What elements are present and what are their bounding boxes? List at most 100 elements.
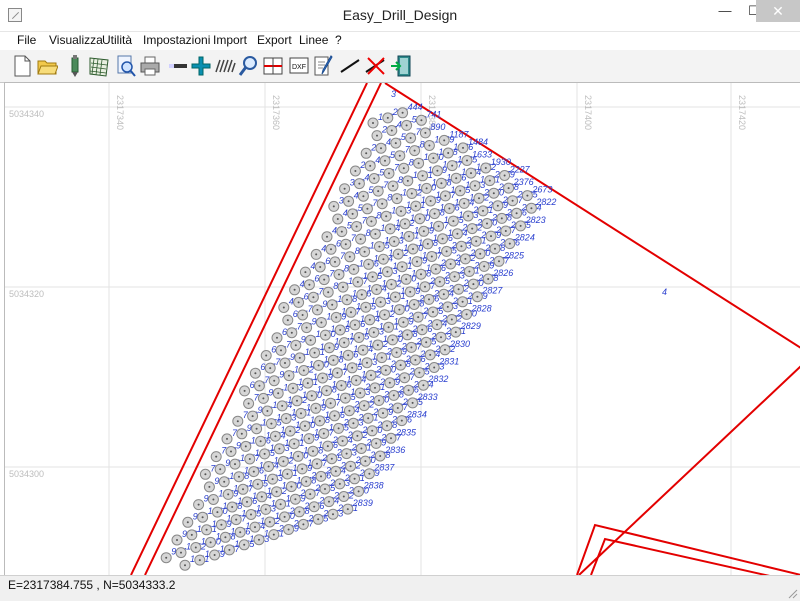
drill-hole-center <box>363 250 366 253</box>
drill-hole-center <box>265 354 268 357</box>
drill-hole-center <box>339 329 342 331</box>
drill-hole-center <box>344 397 347 400</box>
new-file-icon[interactable] <box>11 54 33 78</box>
drill-hole-center <box>420 273 422 276</box>
zoom-icon[interactable] <box>238 54 260 78</box>
drill-hole-label: 2838 <box>363 480 384 490</box>
drill-hole-center <box>278 447 281 450</box>
drill-hole-center <box>454 331 457 334</box>
edit-icon[interactable] <box>312 54 334 78</box>
minimize-button[interactable]: — <box>711 0 739 22</box>
drill-hole-label: 2827 <box>481 286 503 296</box>
close-button[interactable]: ✕ <box>756 0 800 22</box>
drill-hole-center <box>368 318 371 321</box>
drill-hole-center <box>213 554 216 556</box>
drill-hole-center <box>251 415 254 418</box>
drill-hole-center <box>408 235 410 238</box>
drill-hole-label: 2829 <box>460 321 481 331</box>
drill-hole-label: 2828 <box>471 303 492 313</box>
menu-import[interactable]: Import <box>213 33 247 47</box>
drill-hole-center <box>464 257 467 260</box>
drill-rows-icon[interactable] <box>214 54 236 78</box>
drill-hole-center <box>367 417 370 420</box>
add-point-icon[interactable] <box>190 54 212 78</box>
drill-hole-center <box>344 243 347 246</box>
drill-hole-center <box>227 493 230 496</box>
drill-hole-center <box>346 298 348 301</box>
drill-hole-center <box>293 442 296 445</box>
drill-hole-center <box>194 546 197 549</box>
menu-help[interactable]: ? <box>335 33 342 47</box>
drill-hole-center <box>323 278 326 281</box>
draw-line-icon[interactable] <box>339 54 361 78</box>
coordinates-readout: E=2317384.755 , N=5034333.2 <box>8 578 176 592</box>
drill-hole-center <box>186 521 189 524</box>
drill-hole-center <box>288 374 290 377</box>
drill-hole-center <box>418 217 421 220</box>
menu-linee[interactable]: Linee <box>299 33 328 47</box>
drill-hole-center <box>220 523 223 526</box>
drill-hole-center <box>383 313 386 316</box>
line-tool-icon[interactable] <box>167 54 189 78</box>
delete-line-icon[interactable] <box>364 54 386 78</box>
drill-hole-center <box>433 212 436 215</box>
drill-hole-center <box>304 271 307 274</box>
drill-hole-center <box>279 503 282 506</box>
drill-hole-center <box>315 253 318 256</box>
drill-hole-center <box>382 258 385 261</box>
print-icon[interactable] <box>139 54 161 78</box>
drill-hole-center <box>508 242 511 245</box>
drill-hole-center <box>329 402 332 405</box>
drill-hole-center <box>274 435 277 438</box>
menu-export[interactable]: Export <box>257 33 292 47</box>
drill-hole-center <box>366 207 369 210</box>
drill-hole-center <box>371 275 374 278</box>
drill-hole-center <box>345 452 348 455</box>
drill-hole-center <box>496 204 499 207</box>
dxf-export-icon[interactable]: DXF <box>288 54 310 78</box>
drill-hole-center <box>417 162 420 165</box>
drawing-canvas[interactable]: 2317340 2317360 2317380 2317400 2317420 … <box>4 82 800 576</box>
drill-hole-center <box>406 179 409 182</box>
drill-hole-center <box>400 210 402 213</box>
menu-utilita[interactable]: Utilità <box>102 33 132 47</box>
grid-pattern-icon[interactable] <box>88 54 110 78</box>
drill-hole-center <box>358 336 360 339</box>
resize-grip[interactable] <box>788 589 798 599</box>
drill-hole-center <box>305 480 308 483</box>
drill-hole-center <box>380 356 383 359</box>
menu-file[interactable]: File <box>17 33 36 47</box>
drill-bit-icon[interactable] <box>64 54 86 78</box>
drill-hole-label: 2836 <box>384 445 405 455</box>
menu-impostazioni[interactable]: Impostazioni <box>143 33 210 47</box>
drill-hole-center <box>322 432 325 435</box>
drill-hole-center <box>397 253 400 256</box>
drill-hole-center <box>472 283 475 286</box>
drill-hole-center <box>507 187 510 190</box>
section-icon[interactable] <box>262 54 284 78</box>
drill-hole-center <box>305 326 308 329</box>
drill-hole-center <box>312 296 315 299</box>
exit-icon[interactable] <box>390 54 412 78</box>
drill-hole-center <box>316 462 318 465</box>
open-folder-icon[interactable] <box>36 54 58 78</box>
drill-hole-center <box>444 348 446 351</box>
drill-hole-center <box>326 445 329 448</box>
drill-hole-center <box>392 185 394 187</box>
drill-plan-plot[interactable]: 2317340 2317360 2317380 2317400 2317420 … <box>5 83 800 575</box>
preview-icon[interactable] <box>115 54 137 78</box>
drill-hole-center <box>308 283 311 286</box>
drill-hole-center <box>234 463 236 466</box>
drill-hole-center <box>406 333 409 336</box>
drill-hole-center <box>390 129 393 132</box>
drill-hole-label: 2837 <box>373 463 395 473</box>
drill-hole-center <box>317 364 320 367</box>
drill-hole-center <box>409 290 412 293</box>
drill-hole-center <box>424 285 426 288</box>
drill-hole-center <box>316 308 319 311</box>
menu-visualizza[interactable]: Visualizza <box>49 33 103 47</box>
drill-hole-center <box>197 503 200 506</box>
drill-hole-center <box>238 475 240 478</box>
drill-hole-center <box>348 409 351 412</box>
drill-hole-center <box>440 336 442 339</box>
